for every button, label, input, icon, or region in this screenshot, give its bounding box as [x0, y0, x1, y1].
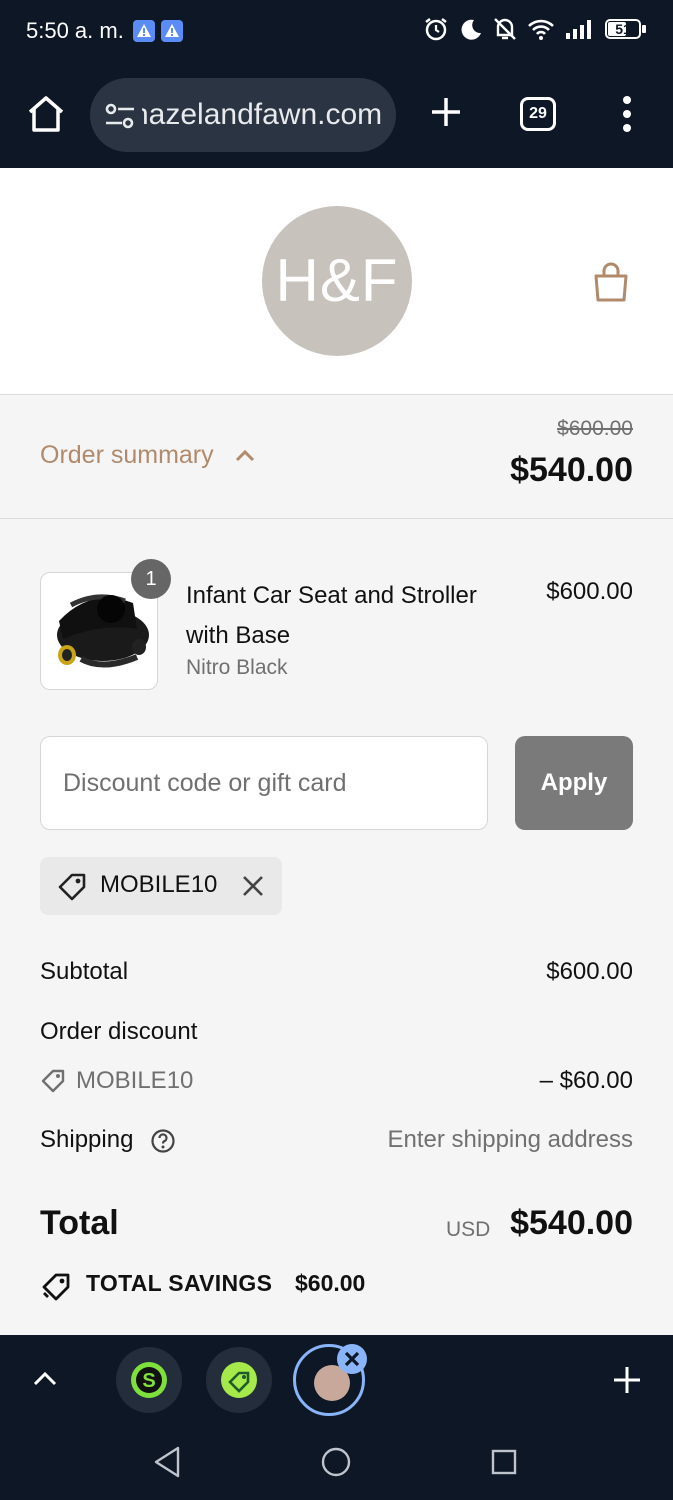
- shopping-bag-icon[interactable]: [590, 260, 632, 304]
- total-savings-label: TOTAL SAVINGS: [86, 1270, 273, 1296]
- product-price: $600.00: [546, 578, 633, 605]
- site-settings-icon[interactable]: [104, 102, 136, 135]
- address-bar[interactable]: hazelandfawn.com: [90, 78, 396, 152]
- shipping-value: Enter shipping address: [387, 1126, 633, 1153]
- home-icon[interactable]: [24, 92, 68, 136]
- tab-switcher-button[interactable]: 29: [520, 97, 556, 131]
- tag-favicon-icon: [221, 1362, 257, 1398]
- store-logo[interactable]: H&F: [262, 206, 412, 356]
- notifications-off-icon: [493, 16, 517, 42]
- store-header: H&F: [0, 168, 673, 395]
- total-savings-value: $60.00: [295, 1270, 366, 1296]
- alarm-icon: [423, 16, 449, 42]
- product-name: Infant Car Seat and Stroller with Base: [186, 582, 477, 649]
- total-value: $540.00: [510, 1204, 633, 1242]
- s-favicon-icon: S: [131, 1362, 167, 1398]
- back-icon[interactable]: [152, 1445, 184, 1484]
- savings-tag-icon: [40, 1270, 74, 1307]
- chevron-up-icon[interactable]: [30, 1367, 60, 1394]
- do-not-disturb-moon-icon: [459, 17, 483, 41]
- help-circle-icon[interactable]: [150, 1128, 176, 1159]
- order-total: $540.00: [510, 451, 633, 489]
- total-label: Total: [40, 1204, 119, 1242]
- battery-level: 51: [615, 21, 631, 37]
- tag-icon: [40, 1068, 66, 1099]
- url-text: hazelandfawn.com: [132, 98, 383, 131]
- order-discount-code: MOBILE10: [76, 1067, 194, 1094]
- apply-button[interactable]: Apply: [515, 736, 633, 830]
- product-variant: Nitro Black: [186, 656, 288, 679]
- alert-icon: [133, 20, 155, 42]
- applied-discount-chip: MOBILE10: [40, 857, 282, 915]
- quantity-badge: 1: [131, 559, 171, 599]
- new-tab-plus-icon[interactable]: [424, 90, 468, 134]
- status-bar: 5:50 a. m. 51: [0, 0, 673, 64]
- tab-favicon-s[interactable]: S: [116, 1347, 182, 1413]
- remove-discount-close-icon[interactable]: [240, 873, 266, 904]
- close-tab-close-icon[interactable]: [337, 1344, 367, 1374]
- tab-favicon-tag[interactable]: [206, 1347, 272, 1413]
- more-menu-icon[interactable]: [612, 92, 642, 136]
- original-total: $600.00: [557, 417, 633, 440]
- subtotal-value: $600.00: [546, 958, 633, 985]
- applied-discount-code: MOBILE10: [100, 871, 218, 898]
- browser-toolbar: hazelandfawn.com 29: [0, 64, 673, 168]
- total-currency: USD: [446, 1218, 491, 1241]
- order-discount-value: – $60.00: [539, 1067, 633, 1094]
- tag-icon: [56, 871, 88, 908]
- status-time: 5:50 a. m.: [26, 18, 124, 43]
- wifi-icon: [527, 17, 555, 41]
- svg-text:S: S: [142, 1370, 155, 1392]
- signal-icon: [565, 18, 595, 40]
- alert-icon: [161, 20, 183, 42]
- shipping-label: Shipping: [40, 1126, 134, 1153]
- discount-code-input[interactable]: [40, 736, 488, 830]
- recents-square-icon[interactable]: [490, 1448, 518, 1481]
- home-circle-icon[interactable]: [320, 1446, 352, 1483]
- battery-icon: 51: [605, 17, 647, 41]
- subtotal-label: Subtotal: [40, 958, 129, 985]
- plus-icon[interactable]: [610, 1363, 644, 1402]
- system-nav-bar: [0, 1425, 673, 1500]
- order-summary-toggle[interactable]: Order summary $600.00 $540.00: [0, 395, 673, 519]
- chevron-up-icon[interactable]: [234, 447, 256, 468]
- order-discount-label: Order discount: [40, 1018, 198, 1045]
- order-summary-label[interactable]: Order summary: [40, 441, 214, 470]
